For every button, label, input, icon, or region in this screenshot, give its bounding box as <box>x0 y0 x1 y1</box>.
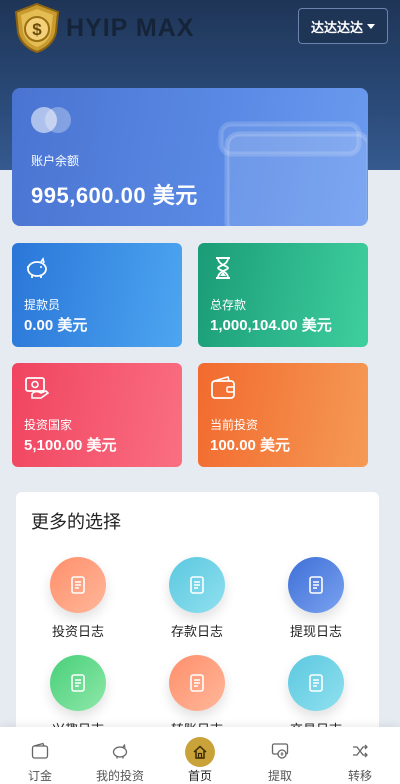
stat-label: 当前投资 <box>210 418 259 432</box>
stat-value: 5,100.00 美元 <box>24 437 117 454</box>
balance-value: 995,600.00 美元 <box>31 183 198 208</box>
notebook-icon <box>50 557 106 613</box>
nav-item-transfer[interactable]: 转移 <box>320 727 400 784</box>
balance-label: 账户余额 <box>31 154 80 168</box>
nav-item-deposit[interactable]: 订金 <box>0 727 80 784</box>
logo[interactable]: $ HYIP MAX <box>10 2 194 54</box>
notebook-icon <box>50 655 106 711</box>
stat-value: 1,000,104.00 美元 <box>210 317 332 334</box>
shuffle-icon <box>353 744 368 758</box>
nav-item-home[interactable]: 首页 <box>160 727 240 784</box>
nav-label: 我的投资 <box>95 769 144 783</box>
chevron-down-icon <box>367 23 375 29</box>
nav-item-my-investments[interactable]: 我的投资 <box>80 727 160 784</box>
option-label: 提现日志 <box>289 624 342 639</box>
notebook-icon <box>169 655 225 711</box>
stat-value: 0.00 美元 <box>24 317 88 334</box>
notebook-icon <box>288 557 344 613</box>
option-transaction-log[interactable]: 交易日志 <box>266 655 366 732</box>
nav-label: 提取 <box>267 769 292 783</box>
option-withdraw-log[interactable]: 提现日志 <box>266 557 366 647</box>
stat-card-withdrawals[interactable]: 提款员 0.00 美元 <box>12 243 182 347</box>
stat-card-investments[interactable]: 投资国家 5,100.00 美元 <box>12 363 182 467</box>
piggy-bank-icon <box>27 257 47 278</box>
home-icon <box>185 737 215 767</box>
option-interest-log[interactable]: 兴趣日志 <box>28 655 128 732</box>
option-label: 存款日志 <box>170 624 223 639</box>
stat-card-current-investment[interactable]: 当前投资 100.00 美元 <box>198 363 368 467</box>
card-circles-icon <box>31 107 75 133</box>
balance-card: 账户余额 995,600.00 美元 <box>12 88 368 226</box>
stat-label: 总存款 <box>210 298 247 312</box>
notebook-icon <box>169 557 225 613</box>
stat-label: 提款员 <box>24 298 61 312</box>
option-deposit-log[interactable]: 存款日志 <box>147 557 247 647</box>
shield-dollar-icon: $ <box>14 2 60 54</box>
withdraw-icon <box>271 743 289 759</box>
language-label: 达达达达 <box>310 19 363 35</box>
wallet-icon <box>31 742 49 759</box>
more-options-title: 更多的选择 <box>31 512 121 532</box>
option-investment-log[interactable]: 投资日志 <box>28 557 128 647</box>
wallet-icon <box>211 376 235 399</box>
stat-value: 100.00 美元 <box>210 437 291 454</box>
option-transfer-log[interactable]: 转账日志 <box>147 655 247 732</box>
wallet-watermark-icon <box>218 121 367 226</box>
bottom-nav: 订金 我的投资 首页 提取 转移 <box>0 727 400 784</box>
language-dropdown[interactable]: 达达达达 <box>298 8 388 44</box>
nav-item-withdraw[interactable]: 提取 <box>240 727 320 784</box>
logo-text: HYIP MAX <box>66 13 195 42</box>
stat-label: 投资国家 <box>24 418 73 432</box>
hourglass-icon <box>216 257 230 279</box>
nav-label: 首页 <box>187 769 212 783</box>
notebook-icon <box>288 655 344 711</box>
piggy-bank-icon <box>112 743 128 759</box>
svg-text:$: $ <box>32 20 42 39</box>
nav-label: 订金 <box>27 769 52 783</box>
money-icon <box>25 377 50 399</box>
option-label: 投资日志 <box>51 624 104 639</box>
more-options-panel: 更多的选择 投资日志 存款日志 提现日志 兴趣日志 转账日志 交易日志 <box>16 492 379 732</box>
stat-card-total-deposits[interactable]: 总存款 1,000,104.00 美元 <box>198 243 368 347</box>
nav-label: 转移 <box>347 769 372 783</box>
